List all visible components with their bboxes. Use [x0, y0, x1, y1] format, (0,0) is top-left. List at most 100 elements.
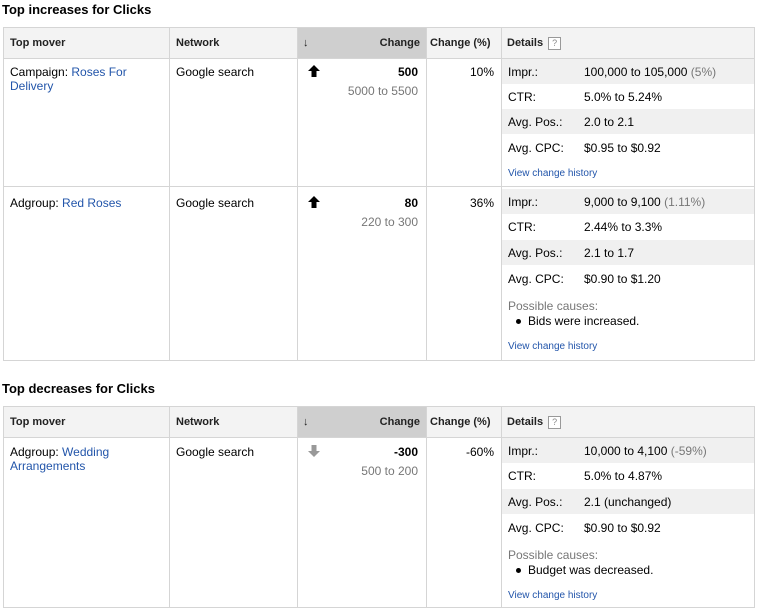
impr-pct: (-59%)	[670, 444, 707, 458]
avg-pos-label: Avg. Pos.:	[508, 246, 563, 260]
header-network[interactable]: Network	[176, 28, 296, 58]
detail-row-ctr: CTR: 2.44% to 3.3%	[502, 214, 754, 239]
avg-cpc-label: Avg. CPC:	[508, 272, 564, 286]
increases-title: Top increases for Clicks	[2, 2, 152, 17]
impr-value: 100,000 to 105,000 (5%)	[584, 65, 716, 79]
detail-row-ctr: CTR: 5.0% to 4.87%	[502, 463, 754, 488]
detail-row-avg-cpc: Avg. CPC: $0.95 to $0.92	[502, 135, 754, 160]
detail-row-impr: Impr.: 100,000 to 105,000 (5%)	[502, 59, 754, 84]
header-details: Details ?	[507, 28, 627, 58]
cause-item: Budget was decreased.	[516, 563, 653, 577]
change-pct-value: 10%	[469, 65, 494, 79]
change-range: 5000 to 5500	[347, 84, 418, 98]
header-details-label: Details	[507, 416, 544, 428]
change-pct-value: 36%	[469, 196, 494, 210]
header-change-pct[interactable]: Change (%)	[430, 407, 498, 437]
column-divider	[169, 407, 170, 607]
avg-pos-value: 2.1 (unchanged)	[584, 495, 672, 509]
cause-text: Budget was decreased.	[528, 563, 654, 577]
change-range: 500 to 200	[361, 464, 418, 478]
cause-item: Bids were increased.	[516, 314, 639, 328]
ctr-label: CTR:	[508, 90, 536, 104]
top-mover-cell: Adgroup: Red Roses	[10, 196, 121, 210]
arrow-down-icon	[308, 445, 320, 457]
avg-cpc-value: $0.90 to $1.20	[584, 272, 661, 286]
avg-cpc-label: Avg. CPC:	[508, 521, 564, 535]
ctr-label: CTR:	[508, 469, 536, 483]
decreases-table: Top mover Network ↓ Change Change (%) De…	[3, 406, 755, 608]
column-divider	[426, 28, 427, 360]
top-mover-cell: Campaign: Roses For Delivery	[10, 65, 127, 93]
impr-pct: (1.11%)	[664, 195, 706, 209]
change-pct-value: -60%	[465, 445, 494, 459]
view-change-history-link[interactable]: View change history	[508, 341, 597, 352]
change-value: -300	[393, 445, 418, 459]
sort-arrow-icon: ↓	[303, 416, 309, 428]
avg-pos-value: 2.0 to 2.1	[584, 115, 635, 129]
network-cell: Google search	[176, 65, 255, 79]
header-change-pct[interactable]: Change (%)	[430, 28, 498, 58]
detail-row-ctr: CTR: 5.0% to 5.24%	[502, 84, 754, 109]
header-top-mover[interactable]: Top mover	[10, 407, 170, 437]
header-change-sorted[interactable]: ↓ Change	[298, 407, 426, 437]
header-change-sorted[interactable]: ↓ Change	[298, 28, 426, 58]
decreases-title: Top decreases for Clicks	[2, 381, 155, 396]
impr-range: 9,000 to 9,100	[584, 195, 661, 209]
avg-cpc-label: Avg. CPC:	[508, 141, 564, 155]
arrow-up-icon	[308, 196, 320, 208]
mover-type-label: Adgroup:	[10, 445, 59, 459]
detail-row-avg-pos: Avg. Pos.: 2.1 (unchanged)	[502, 489, 754, 514]
impr-label: Impr.:	[508, 195, 539, 209]
sort-arrow-icon: ↓	[303, 37, 309, 49]
top-mover-cell: Adgroup: Wedding Arrangements	[10, 445, 109, 473]
header-details-label: Details	[507, 37, 544, 49]
impr-range: 100,000 to 105,000	[584, 65, 688, 79]
header-top-mover[interactable]: Top mover	[10, 28, 170, 58]
avg-pos-label: Avg. Pos.:	[508, 495, 563, 509]
ctr-label: CTR:	[508, 220, 536, 234]
change-value: 80	[404, 196, 418, 210]
bullet-icon	[516, 568, 521, 574]
header-change-label: Change	[379, 37, 420, 49]
adgroup-link[interactable]: Red Roses	[62, 196, 121, 210]
avg-cpc-value: $0.90 to $0.92	[584, 521, 661, 535]
mover-type-label: Adgroup:	[10, 196, 59, 210]
campaign-link-cont[interactable]: Delivery	[10, 79, 53, 93]
ctr-value: 5.0% to 4.87%	[584, 469, 663, 483]
column-divider	[169, 28, 170, 360]
mover-type-label: Campaign:	[10, 65, 69, 79]
view-change-history-link[interactable]: View change history	[508, 590, 597, 601]
impr-range: 10,000 to 4,100	[584, 444, 668, 458]
change-range: 220 to 300	[361, 215, 418, 229]
column-divider	[297, 28, 298, 360]
view-change-history-link[interactable]: View change history	[508, 168, 597, 179]
help-icon[interactable]: ?	[548, 36, 562, 50]
adgroup-link-cont[interactable]: Arrangements	[10, 459, 85, 473]
detail-row-impr: Impr.: 9,000 to 9,100 (1.11%)	[502, 189, 754, 214]
avg-cpc-value: $0.95 to $0.92	[584, 141, 661, 155]
impr-label: Impr.:	[508, 65, 539, 79]
avg-pos-value: 2.1 to 1.7	[584, 246, 635, 260]
detail-row-impr: Impr.: 10,000 to 4,100 (-59%)	[502, 438, 754, 463]
campaign-link[interactable]: Roses For	[71, 65, 126, 79]
ctr-value: 2.44% to 3.3%	[584, 220, 663, 234]
increases-table: Top mover Network ↓ Change Change (%) De…	[3, 27, 755, 361]
detail-row-avg-cpc: Avg. CPC: $0.90 to $1.20	[502, 266, 754, 291]
header-network[interactable]: Network	[176, 407, 296, 437]
avg-pos-label: Avg. Pos.:	[508, 115, 563, 129]
impr-value: 10,000 to 4,100 (-59%)	[584, 444, 707, 458]
possible-causes-label: Possible causes:	[508, 548, 599, 562]
impr-label: Impr.:	[508, 444, 539, 458]
network-cell: Google search	[176, 445, 255, 459]
adgroup-link[interactable]: Wedding	[62, 445, 109, 459]
change-value: 500	[397, 65, 418, 79]
impr-value: 9,000 to 9,100 (1.11%)	[584, 195, 705, 209]
header-change-label: Change	[379, 416, 420, 428]
network-cell: Google search	[176, 196, 255, 210]
row-divider	[4, 186, 754, 187]
cause-text: Bids were increased.	[528, 314, 640, 328]
arrow-up-icon	[308, 65, 320, 77]
detail-row-avg-cpc: Avg. CPC: $0.90 to $0.92	[502, 515, 754, 540]
help-icon[interactable]: ?	[548, 415, 562, 429]
possible-causes-label: Possible causes:	[508, 299, 599, 313]
